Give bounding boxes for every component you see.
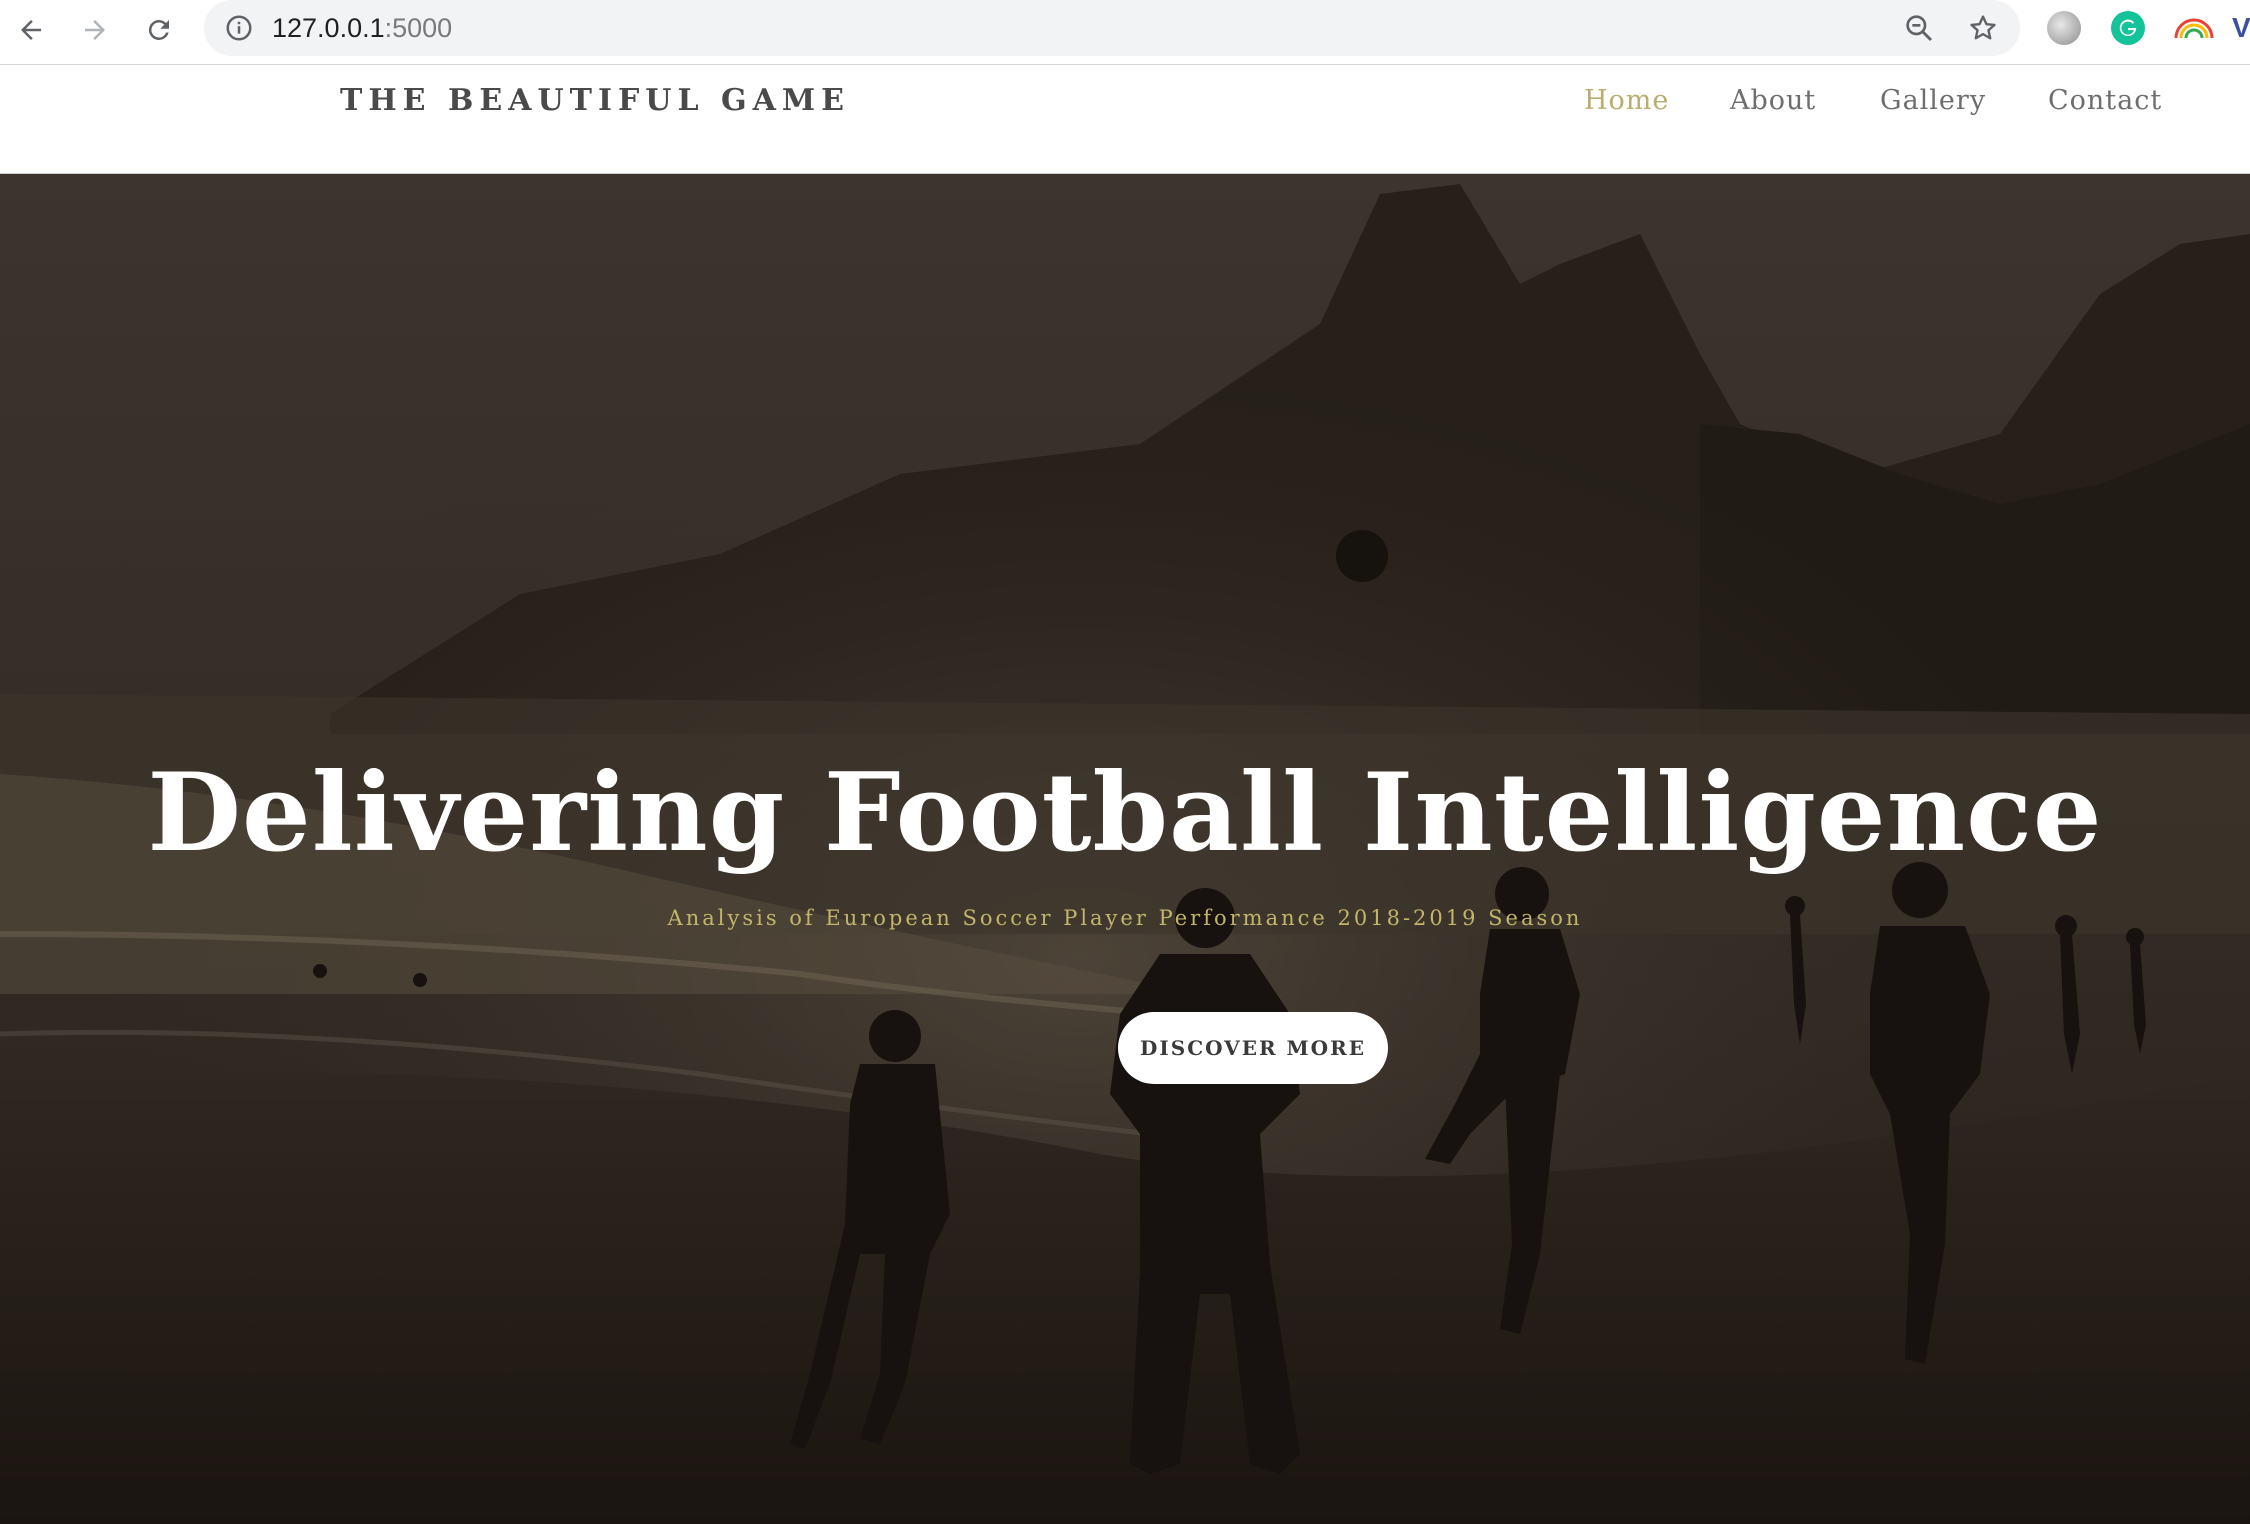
address-bar[interactable]: 127.0.0.1:5000	[204, 0, 2020, 56]
main-nav: Home About Gallery Contact	[0, 85, 2250, 125]
info-icon[interactable]	[224, 13, 254, 43]
zoom-out-icon[interactable]	[1903, 12, 1935, 44]
nav-gallery[interactable]: Gallery	[1880, 85, 1986, 116]
nav-about[interactable]: About	[1730, 85, 1816, 116]
grammarly-icon[interactable]	[2111, 11, 2145, 45]
nav-contact[interactable]: Contact	[2048, 85, 2162, 116]
forward-arrow-icon	[85, 20, 105, 40]
extension-circle-icon[interactable]	[2047, 11, 2081, 45]
back-button[interactable]	[8, 7, 54, 53]
hero-title: Delivering Football Intelligence	[147, 750, 2103, 876]
reload-icon	[148, 19, 169, 40]
discover-more-button[interactable]: DISCOVER MORE	[1118, 1012, 1388, 1084]
reload-button[interactable]	[136, 7, 182, 53]
forward-button[interactable]	[72, 7, 118, 53]
extension-cut-off-icon[interactable]: V	[2232, 12, 2250, 46]
back-arrow-icon	[21, 20, 41, 40]
rainbow-extension-icon[interactable]	[2172, 18, 2216, 42]
star-icon[interactable]	[1967, 12, 1999, 44]
grammarly-g-glyph	[2119, 19, 2137, 37]
site-header: THE BEAUTIFUL GAME Home About Gallery Co…	[0, 65, 2250, 174]
url-host: 127.0.0.1	[272, 13, 385, 43]
url-port: :5000	[384, 13, 453, 43]
browser-toolbar: 127.0.0.1:5000 V	[0, 0, 2250, 65]
nav-home[interactable]: Home	[1584, 85, 1669, 116]
hero-section: Delivering Football Intelligence Analysi…	[0, 174, 2250, 1524]
hero-subtitle: Analysis of European Soccer Player Perfo…	[667, 906, 1583, 930]
url-text[interactable]: 127.0.0.1:5000	[272, 12, 452, 44]
